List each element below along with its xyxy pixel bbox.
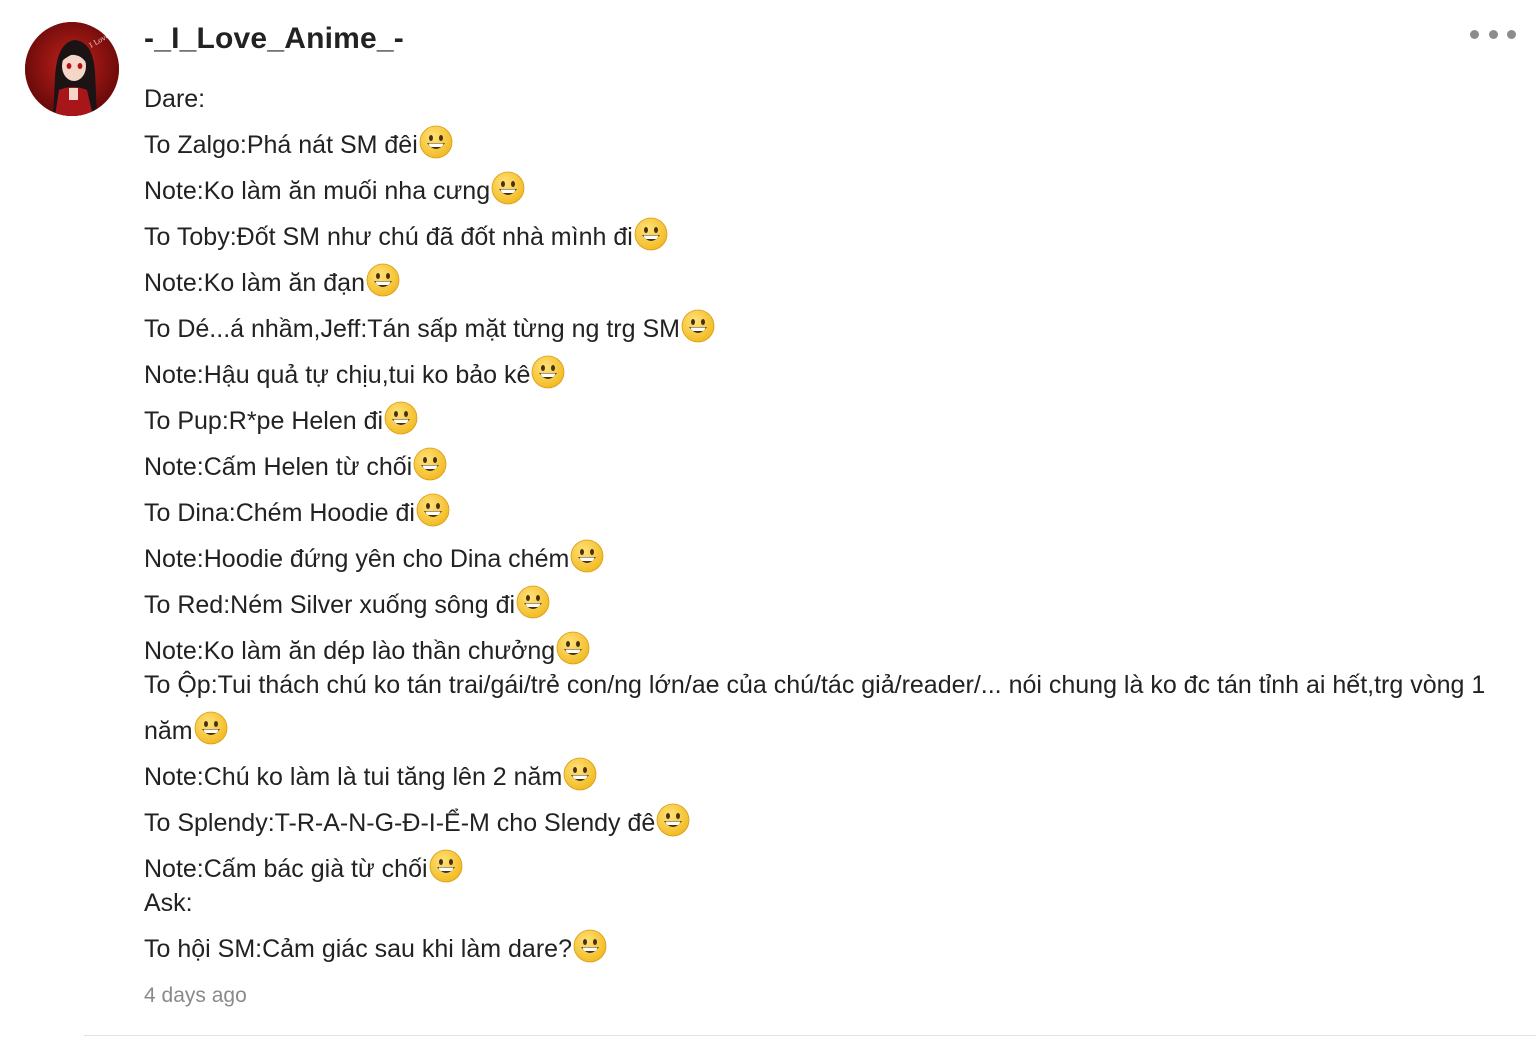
grinning-face-emoji <box>384 401 418 435</box>
comment-line-text: To Zalgo:Phá nát SM đêi <box>144 131 418 159</box>
comment-body: Dare: To Zalgo:Phá nát SM đêi Note:Ko làm … <box>144 76 1504 972</box>
comment-line: To Ộp:Tui thách chú ko tán trai/gái/trẻ … <box>144 662 1504 754</box>
grinning-face-emoji <box>563 757 597 791</box>
grinning-face-emoji <box>429 849 462 883</box>
comment-card: I Love -_I_Love_Anime_- Dare: To Zalgo:Ph… <box>0 0 1536 1039</box>
grinning-face-emoji <box>634 217 668 251</box>
grinning-face-emoji <box>656 803 690 837</box>
comment-line-text: Note:Ko làm ăn dép lào thần chưởng <box>144 637 556 665</box>
grinning-face-emoji <box>570 539 604 573</box>
grinning-face-emoji <box>194 711 228 745</box>
grinning-face-emoji <box>491 171 525 205</box>
comment-line-text: Note:Hoodie đứng yên cho Dina chém <box>144 545 570 573</box>
comment-line-text: Note:Cấm Helen từ chối <box>144 453 413 481</box>
grinning-face-emoji <box>366 263 400 297</box>
comment-line-text: To Ộp:Tui thách chú ko tán trai/gái/trẻ … <box>144 671 1486 745</box>
more-horizontal-icon <box>1488 29 1498 39</box>
comment-line-text: Note:Cấm bác già từ chối <box>144 855 428 883</box>
more-horizontal-icon <box>1507 29 1516 39</box>
comment-line: To Toby:Đốt SM như chú đã đốt nhà mình đ… <box>144 214 1504 260</box>
comment-line: To Dina:Chém Hoodie đi <box>144 490 1504 536</box>
grinning-face-emoji <box>416 493 450 527</box>
comment-line-text: Note:Ko làm ăn đạn <box>144 269 365 297</box>
grinning-face-emoji <box>681 309 715 343</box>
comment-line: Note:Ko làm ăn đạn <box>144 260 1504 306</box>
grinning-face-emoji <box>413 447 447 481</box>
comment-line: Note:Cấm Helen từ chối <box>144 444 1504 490</box>
username[interactable]: -_I_Love_Anime_- <box>144 22 404 56</box>
comment-line-text: To Splendy:T-R-A-N-G-Đ-I-Ể-M cho Slendy … <box>144 809 656 837</box>
more-horizontal-icon <box>1470 29 1479 39</box>
grinning-face-emoji <box>556 631 590 665</box>
comment-line: To Zalgo:Phá nát SM đêi <box>144 122 1504 168</box>
comment-line: Note:Hoodie đứng yên cho Dina chém <box>144 536 1504 582</box>
grinning-face-emoji <box>573 929 607 963</box>
comment-line: Note:Ko làm ăn muối nha cưng <box>144 168 1504 214</box>
comment-line-text: Note:Chú ko làm là tui tăng lên 2 năm <box>144 763 563 791</box>
comment-line: To Dé...á nhầm,Jeff:Tán sấp mặt từng ng … <box>144 306 1504 352</box>
comment-line: Note:Chú ko làm là tui tăng lên 2 năm <box>144 754 1504 800</box>
comment-line-text: To hội SM:Cảm giác sau khi làm dare? <box>144 935 572 963</box>
more-options-button[interactable] <box>1470 24 1516 44</box>
grinning-face-emoji <box>516 585 550 619</box>
comment-line: Note:Hậu quả tự chịu,tui ko bảo kê <box>144 352 1504 398</box>
grinning-face-emoji <box>419 125 453 159</box>
comment-line-text: Dare: <box>144 85 206 113</box>
avatar[interactable]: I Love <box>25 22 119 116</box>
comment-line: To hội SM:Cảm giác sau khi làm dare? <box>144 926 1504 972</box>
comment-line: To Red:Ném Silver xuống sông đi <box>144 582 1504 628</box>
comment-line-text: To Dé...á nhầm,Jeff:Tán sấp mặt từng ng … <box>144 315 680 343</box>
comment-line-text: Note:Hậu quả tự chịu,tui ko bảo kê <box>144 361 531 389</box>
comment-line-text: Note:Ko làm ăn muối nha cưng <box>144 177 491 205</box>
comment-line: To Pup:R*pe Helen đi <box>144 398 1504 444</box>
comment-line-text: To Toby:Đốt SM như chú đã đốt nhà mình đ… <box>144 223 633 251</box>
grinning-face-emoji <box>532 355 565 389</box>
avatar-image: I Love <box>25 22 119 116</box>
divider <box>84 1035 1536 1036</box>
comment-line: Dare: <box>144 76 1504 122</box>
comment-line-text: To Red:Ném Silver xuống sông đi <box>144 591 516 619</box>
comment-line-text: To Dina:Chém Hoodie đi <box>144 499 415 527</box>
comment-line: To Splendy:T-R-A-N-G-Đ-I-Ể-M cho Slendy … <box>144 800 1504 846</box>
comment-line-text: To Pup:R*pe Helen đi <box>144 407 384 435</box>
comment-line-text: Ask: <box>144 889 193 917</box>
timestamp: 4 days ago <box>144 984 247 1007</box>
